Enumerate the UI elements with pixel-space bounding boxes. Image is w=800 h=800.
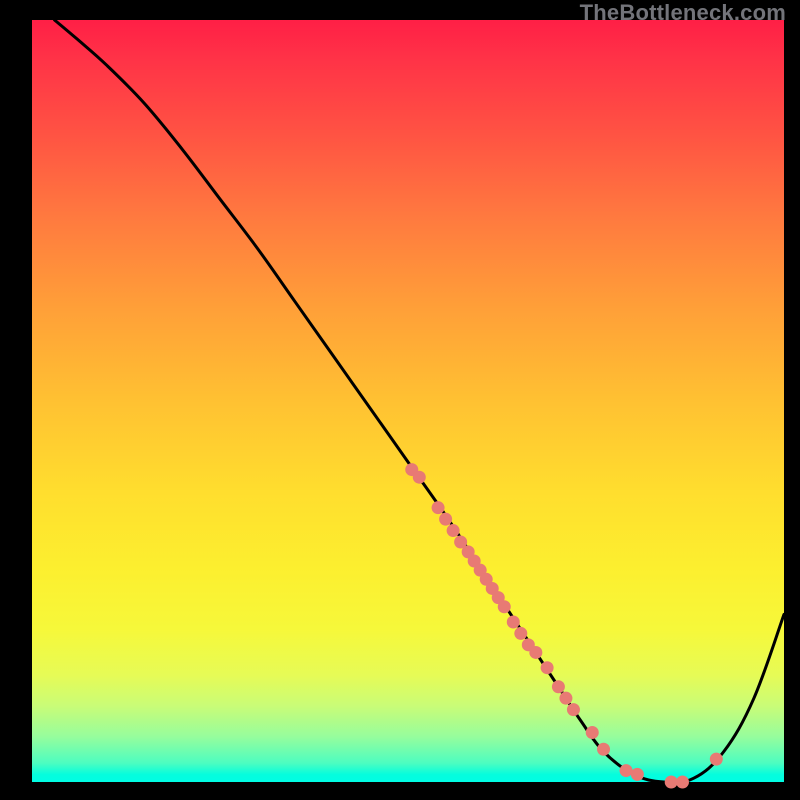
curve-marker (665, 776, 678, 789)
bottleneck-curve (55, 20, 784, 783)
curve-marker (514, 627, 527, 640)
curve-marker (676, 776, 689, 789)
curve-marker (447, 524, 460, 537)
curve-marker (559, 692, 572, 705)
curve-marker (710, 753, 723, 766)
curve-marker (529, 646, 542, 659)
curve-marker (586, 726, 599, 739)
plot-area (32, 20, 784, 782)
curve-marker (552, 680, 565, 693)
curve-marker (597, 743, 610, 756)
curve-marker (541, 661, 554, 674)
figure-frame: TheBottleneck.com (0, 0, 800, 800)
curve-marker (631, 768, 644, 781)
curve-marker (498, 600, 511, 613)
curve-marker (413, 471, 426, 484)
curve-marker (507, 615, 520, 628)
curve-marker (439, 513, 452, 526)
curve-marker (567, 703, 580, 716)
chart-overlay (32, 20, 784, 782)
curve-marker (620, 764, 633, 777)
curve-markers (405, 463, 723, 788)
curve-marker (432, 501, 445, 514)
